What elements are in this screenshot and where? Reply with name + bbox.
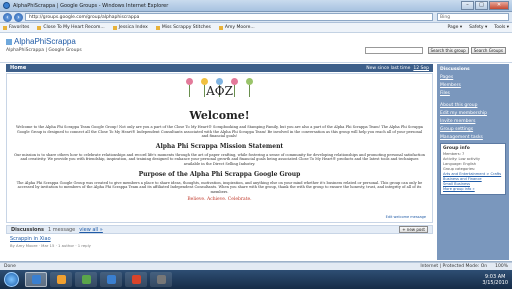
app-icon: [106, 275, 116, 284]
greek-letters: ΑΦΖ: [206, 84, 233, 98]
post-title-link[interactable]: Scrappin in Xiao: [10, 236, 91, 242]
page-menu[interactable]: Page ▾: [448, 25, 463, 30]
since-date-select[interactable]: 12 Sep: [413, 66, 429, 71]
group-subtitle: AlphaPhiScrappa | Google Groups: [6, 48, 82, 53]
discussions-bar: Discussions 1 message view all » + new p…: [6, 225, 433, 234]
star-icon: [3, 25, 7, 30]
window-title: AlphaPhiScrappa | Google Groups - Window…: [13, 2, 169, 9]
taskbar: 9:03 AM 3/15/2010: [0, 270, 512, 289]
ie-icon: [31, 275, 41, 284]
zoom-level[interactable]: 100%: [495, 264, 508, 269]
clock-date: 3/15/2010: [482, 279, 508, 286]
sidebar: Discussions Pages Members Files About th…: [437, 64, 509, 260]
group-search: Search this group Search Groups: [364, 47, 506, 54]
favorites-button[interactable]: Favorites: [3, 25, 29, 30]
sidebar-item-members[interactable]: Members: [440, 83, 506, 88]
favorite-item[interactable]: Amy Moore...: [218, 25, 255, 30]
system-clock[interactable]: 9:03 AM 3/15/2010: [482, 274, 508, 286]
taskbar-app[interactable]: [150, 272, 172, 287]
status-text: Done: [4, 264, 16, 269]
sidebar-item-discussions[interactable]: Discussions: [440, 67, 506, 72]
security-zone: Internet | Protected Mode: On: [420, 264, 488, 269]
back-button[interactable]: ‹: [3, 12, 12, 22]
ie-logo-icon: [3, 2, 10, 9]
search-groups-button[interactable]: Search Groups: [470, 47, 506, 54]
group-info-title: Group info: [443, 146, 470, 151]
group-header: AlphaPhiScrappa AlphaPhiScrappa | Google…: [0, 33, 512, 63]
post-meta: By Amy Moore · Mar 15 · 1 author · 1 rep…: [10, 243, 91, 248]
taskbar-app[interactable]: [75, 272, 97, 287]
app-icon: [131, 275, 141, 284]
group-logo[interactable]: AlphaPhiScrappa: [6, 37, 76, 46]
category-link[interactable]: Business and Finance: [443, 177, 503, 181]
search-input[interactable]: Bing: [437, 13, 509, 21]
group-search-input[interactable]: [364, 47, 423, 54]
list-item: Scrappin in Xiao By Amy Moore · Mar 15 ·…: [10, 236, 91, 248]
info-line: Group categories:: [443, 167, 476, 171]
discussions-count: 1 message: [48, 226, 76, 233]
start-button[interactable]: [4, 272, 19, 287]
close-button[interactable]: ✕: [489, 1, 509, 10]
safety-menu[interactable]: Safety ▾: [469, 25, 487, 30]
forward-button[interactable]: ›: [14, 12, 23, 22]
mission-text: Our mission is to share others how to ce…: [14, 152, 425, 166]
clock-time: 9:03 AM: [484, 273, 506, 280]
taskbar-app-ie[interactable]: [25, 272, 47, 287]
sidebar-item-pages[interactable]: Pages: [440, 75, 506, 80]
sidebar-item-files[interactable]: Files: [440, 91, 506, 96]
sidebar-item-about[interactable]: About this group: [440, 103, 506, 108]
purpose-text: The Alpha Phi Scrappa Google Group was c…: [16, 180, 423, 194]
url-field[interactable]: http://groups.google.com/group/alphaphis…: [25, 13, 433, 21]
maximize-button[interactable]: □: [475, 1, 488, 10]
sidebar-item-settings[interactable]: Group settings: [440, 127, 506, 132]
favorite-item[interactable]: Close To My Heart Recom...: [37, 25, 105, 30]
mission-heading: Alpha Phi Scrappa Mission Statement: [155, 142, 284, 150]
status-bar: Done Internet | Protected Mode: On 100%: [0, 262, 512, 270]
minimize-button[interactable]: –: [461, 1, 474, 10]
motto: Believe. Achieve. Celebrate.: [187, 197, 252, 203]
app-icon: [81, 275, 91, 284]
search-group-button[interactable]: Search this group: [427, 47, 469, 54]
info-line: Members: 7: [443, 152, 465, 156]
new-post-button[interactable]: + new post: [399, 226, 428, 233]
taskbar-app[interactable]: [50, 272, 72, 287]
category-link[interactable]: Arts and Entertainment > Crafts: [443, 172, 503, 176]
group-info-box: Group info Members: 7 Activity: Low acti…: [440, 143, 506, 195]
favorites-bar: Favorites Close To My Heart Recom... Jes…: [0, 23, 512, 33]
intro-text: Welcome to the Alpha Phi Scrappa Team Go…: [16, 125, 423, 139]
banner: ΑΦΖ: [13, 74, 426, 108]
edit-welcome-link[interactable]: Edit welcome message: [386, 215, 426, 219]
more-info-link[interactable]: More group info »: [443, 187, 503, 191]
welcome-heading: Welcome!: [189, 109, 250, 122]
folder-icon: [56, 275, 66, 284]
web-page: AlphaPhiScrappa AlphaPhiScrappa | Google…: [0, 33, 512, 262]
address-bar: ‹ › http://groups.google.com/group/alpha…: [0, 12, 512, 23]
app-icon: [156, 275, 166, 284]
window-titlebar: AlphaPhiScrappa | Google Groups - Window…: [0, 0, 512, 12]
group-icon: [6, 38, 12, 45]
taskbar-app[interactable]: [125, 272, 147, 287]
discussions-title: Discussions: [11, 226, 45, 233]
home-link[interactable]: Home: [10, 65, 26, 71]
view-all-link[interactable]: view all »: [79, 227, 103, 233]
info-line: Language: English: [443, 162, 477, 166]
new-since-label: New since last time: [366, 65, 411, 71]
group-name: AlphaPhiScrappa: [14, 37, 76, 46]
favorite-item[interactable]: Miss Scrappy Stitches: [155, 25, 211, 30]
favorite-item[interactable]: Jessica Index: [112, 25, 148, 30]
taskbar-app[interactable]: [100, 272, 122, 287]
sidebar-item-management[interactable]: Management tasks: [440, 135, 506, 140]
info-line: Activity: Low activity: [443, 157, 480, 161]
category-link[interactable]: Small Business: [443, 182, 503, 186]
sidebar-item-invite[interactable]: Invite members: [440, 119, 506, 124]
tools-menu[interactable]: Tools ▾: [494, 25, 509, 30]
sidebar-item-edit-membership[interactable]: Edit my membership: [440, 111, 506, 116]
home-bar: Home New since last time 12 Sep: [6, 64, 433, 72]
purpose-heading: Purpose of the Alpha Phi Scrappa Google …: [138, 170, 301, 178]
welcome-message: ΑΦΖ Welcome! Welcome to the Alpha Phi Sc…: [6, 73, 433, 223]
